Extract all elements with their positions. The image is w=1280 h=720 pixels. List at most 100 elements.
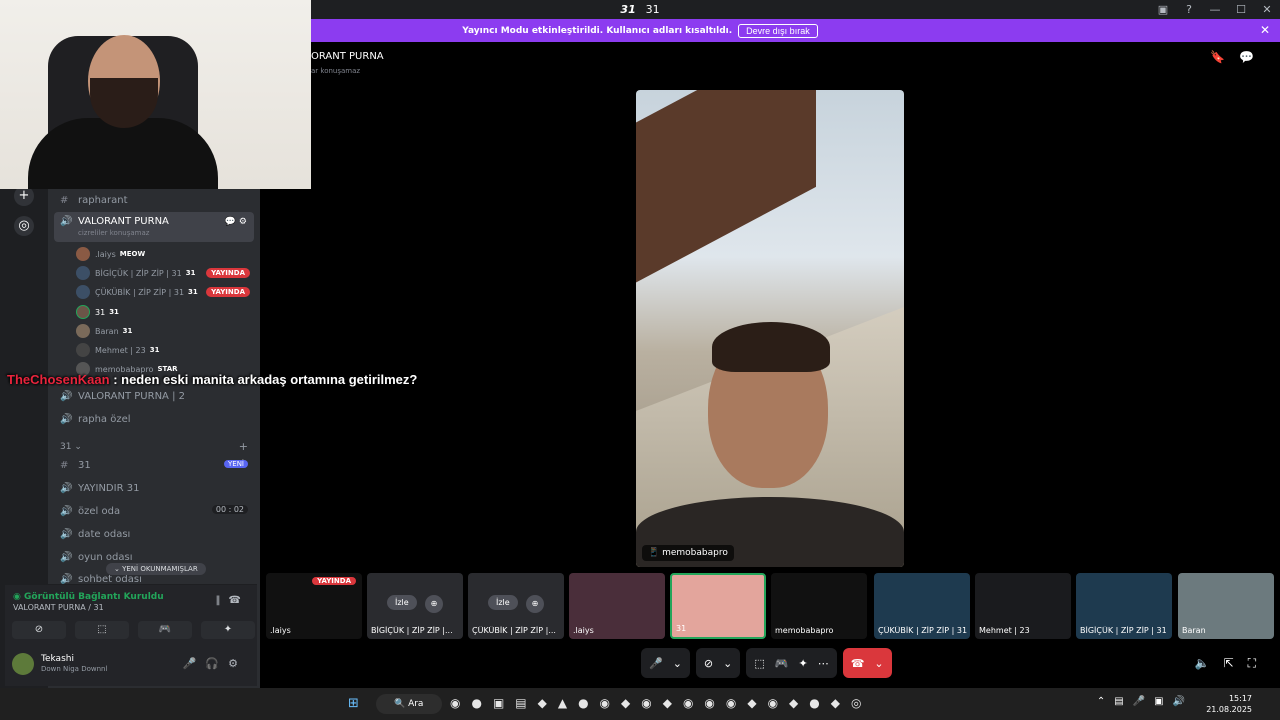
live-badge: YAYINDA bbox=[312, 577, 356, 585]
chevron-down-icon[interactable]: ⌄ bbox=[673, 657, 682, 670]
voice-channel-icon: 🔊 bbox=[60, 573, 73, 585]
voice-connection-panel: ◉ Görüntülü Bağlantı Kuruldu VALORANT PU… bbox=[5, 584, 257, 644]
thumbnail-tile[interactable]: memobabapro bbox=[771, 573, 867, 639]
chat-message: : neden eski manita arkadaş ortamına get… bbox=[109, 372, 418, 387]
thumbnail-tile[interactable]: ÇÜKÜBİK | ZİP ZİP | 31 bbox=[874, 573, 970, 639]
voice-channel-icon: 🔊 bbox=[60, 551, 73, 563]
gear-icon[interactable]: ⚙ bbox=[228, 657, 247, 670]
add-server-icon[interactable]: + bbox=[14, 186, 34, 206]
avatar bbox=[76, 324, 90, 338]
thumbnail-tile[interactable]: .laiys bbox=[569, 573, 665, 639]
screen-share-button[interactable]: ⬚ bbox=[75, 621, 129, 639]
thumbnail-tile[interactable]: 31 bbox=[670, 573, 766, 639]
signal-icon[interactable]: ‖ bbox=[216, 595, 229, 606]
camera-button[interactable]: ⊘ ⌄ bbox=[695, 648, 741, 678]
voice-member[interactable]: .laiys MEOW bbox=[76, 245, 256, 263]
main-video-stream[interactable]: 📱 memobabapro bbox=[636, 90, 904, 567]
category-header[interactable]: 31 ⌄ bbox=[60, 442, 82, 452]
voice-member[interactable]: ÇÜKÜBİK | ZİP ZİP | 31 31 YAYINDA bbox=[76, 283, 256, 301]
voice-member[interactable]: BİGİÇÜK | ZİP ZİP | 31 31 YAYINDA bbox=[76, 264, 256, 282]
channel-date-odasi[interactable]: 🔊 date odası bbox=[54, 523, 254, 545]
voice-channel-icon: 🔊 bbox=[60, 413, 73, 425]
maximize-icon[interactable]: ☐ bbox=[1228, 3, 1254, 16]
chevron-down-icon[interactable]: ⌄ bbox=[723, 657, 732, 670]
user-status: Down Niga Downnl bbox=[41, 665, 108, 673]
voice-member[interactable]: Baran 31 bbox=[76, 322, 256, 340]
thumbnail-tile[interactable]: Baran bbox=[1178, 573, 1274, 639]
explore-icon[interactable]: ◎ bbox=[14, 216, 34, 236]
voice-channel-icon: 🔊 bbox=[60, 528, 73, 540]
connection-location[interactable]: VALORANT PURNA / 31 bbox=[13, 603, 104, 612]
taskbar-search[interactable]: 🔍 Ara bbox=[376, 694, 442, 714]
disconnect-icon[interactable]: ☎ bbox=[229, 595, 249, 606]
taskbar-clock[interactable]: 15:17 21.08.2025 bbox=[1206, 693, 1252, 715]
watch-button[interactable]: İzle bbox=[488, 595, 518, 610]
thumbnail-tile[interactable]: İzle ⊕ BİGİÇÜK | ZİP ZİP |... bbox=[367, 573, 463, 639]
chat-username: TheChosenKaan bbox=[7, 372, 110, 387]
system-tray[interactable]: ⌃▤🎤▣🔊 bbox=[1097, 696, 1194, 707]
stream-name-tag: 📱 memobabapro bbox=[642, 545, 734, 561]
channel-topic: ar konuşamaz bbox=[311, 67, 361, 75]
camera-off-icon: ⊘ bbox=[703, 656, 714, 670]
channel-rapharant[interactable]: # rapharant bbox=[54, 189, 254, 211]
headphones-icon[interactable]: 🎧 bbox=[205, 657, 228, 670]
activity-button[interactable]: 🎮 bbox=[138, 621, 192, 639]
avatar bbox=[76, 247, 90, 261]
voice-channel-icon: 🔊 bbox=[60, 482, 73, 494]
add-channel-icon[interactable]: + bbox=[239, 440, 248, 453]
live-badge: YAYINDA bbox=[206, 268, 250, 278]
activity-icon[interactable]: 🎮 bbox=[775, 657, 789, 670]
volume-icon[interactable]: 🔈 bbox=[1195, 656, 1224, 670]
camera-off-button[interactable]: ⊘ bbox=[12, 621, 66, 639]
thumbnail-tile[interactable]: YAYINDA .laiys bbox=[266, 573, 362, 639]
thumbnail-tile[interactable]: Mehmet | 23 bbox=[975, 573, 1071, 639]
voice-channel-icon: 🔊 bbox=[60, 216, 73, 227]
start-button[interactable]: ⊞ bbox=[348, 696, 369, 711]
banner-close-icon[interactable]: ✕ bbox=[1260, 23, 1270, 37]
webcam-person-torso bbox=[28, 118, 218, 189]
screen-icon[interactable]: ▣ bbox=[1150, 3, 1176, 16]
channel-timer: 00 : 02 bbox=[211, 505, 248, 514]
thumbnail-tile[interactable]: İzle ⊕ ÇÜKÜBİK | ZİP ZİP |... bbox=[468, 573, 564, 639]
screen-share-icon[interactable]: ⬚ bbox=[754, 657, 764, 670]
taskbar-apps[interactable]: ◉●▣▤◆▲●◉◆◉◆◉◉◉◆◉◆●◆◎ bbox=[450, 696, 872, 710]
close-icon[interactable]: ✕ bbox=[1254, 3, 1280, 16]
avatar[interactable] bbox=[12, 653, 34, 675]
voice-member[interactable]: 31 31 bbox=[76, 303, 256, 321]
zoom-icon[interactable]: ⊕ bbox=[526, 595, 544, 613]
channel-actions-icons[interactable]: 💬⚙ bbox=[225, 217, 250, 227]
voice-member[interactable]: Mehmet | 23 31 bbox=[76, 341, 256, 359]
disconnect-button[interactable]: ☎ ⌄ bbox=[842, 648, 892, 678]
channel-yayindir-31[interactable]: 🔊 YAYINDIR 31 bbox=[54, 477, 254, 499]
mute-button[interactable]: 🎤 ⌄ bbox=[641, 648, 690, 678]
soundboard-icon[interactable]: ✦ bbox=[798, 657, 807, 670]
microphone-icon[interactable]: 🎤 bbox=[183, 657, 206, 670]
channel-valorant-purna[interactable]: 🔊 VALORANT PURNA cizreliler konuşamaz 💬⚙ bbox=[54, 212, 254, 242]
thumbnail-tile[interactable]: BİGİÇÜK | ZİP ZİP | 31 bbox=[1076, 573, 1172, 639]
microphone-icon: 🎤 bbox=[649, 656, 663, 670]
page-title: ORANT PURNA bbox=[311, 51, 384, 62]
channel-ozel-oda[interactable]: 🔊 özel oda 00 : 02 bbox=[54, 500, 254, 522]
zoom-icon[interactable]: ⊕ bbox=[425, 595, 443, 613]
activity-controls: ⬚ 🎮 ✦ ⋯ bbox=[746, 648, 837, 678]
avatar bbox=[76, 285, 90, 299]
help-icon[interactable]: ? bbox=[1176, 3, 1202, 16]
unread-pill[interactable]: ⌄ YENİ OKUNMAMIŞLAR bbox=[106, 563, 206, 575]
taskbar: ⊞ 🔍 Ara ◉●▣▤◆▲●◉◆◉◆◉◉◉◆◉◆●◆◎ ⌃▤🎤▣🔊 15:17… bbox=[0, 688, 1280, 720]
channel-31[interactable]: # 31 YENİ bbox=[54, 454, 254, 476]
chat-icon[interactable]: 💬 bbox=[1239, 50, 1268, 64]
fullscreen-icon[interactable]: ⛶ bbox=[1248, 656, 1270, 670]
more-icon[interactable]: ⋯ bbox=[818, 657, 829, 670]
channel-rapha-ozel[interactable]: 🔊 rapha özel bbox=[54, 408, 254, 430]
minimize-icon[interactable]: — bbox=[1202, 3, 1228, 16]
hangup-icon: ☎ bbox=[850, 656, 865, 670]
chevron-down-icon[interactable]: ⌄ bbox=[874, 657, 883, 670]
bookmark-icon[interactable]: 🔖 bbox=[1210, 50, 1239, 64]
window-title-text: 31 bbox=[645, 3, 660, 16]
soundboard-button[interactable]: ✦ bbox=[201, 621, 255, 639]
disable-streamer-mode-button[interactable]: Devre dışı bırak bbox=[738, 23, 818, 38]
watch-button[interactable]: İzle bbox=[387, 595, 417, 610]
streamer-webcam-overlay bbox=[0, 0, 311, 189]
channel-valorant-purna-2[interactable]: 🔊 VALORANT PURNA | 2 bbox=[54, 385, 254, 407]
popout-icon[interactable]: ⇱ bbox=[1224, 656, 1248, 670]
